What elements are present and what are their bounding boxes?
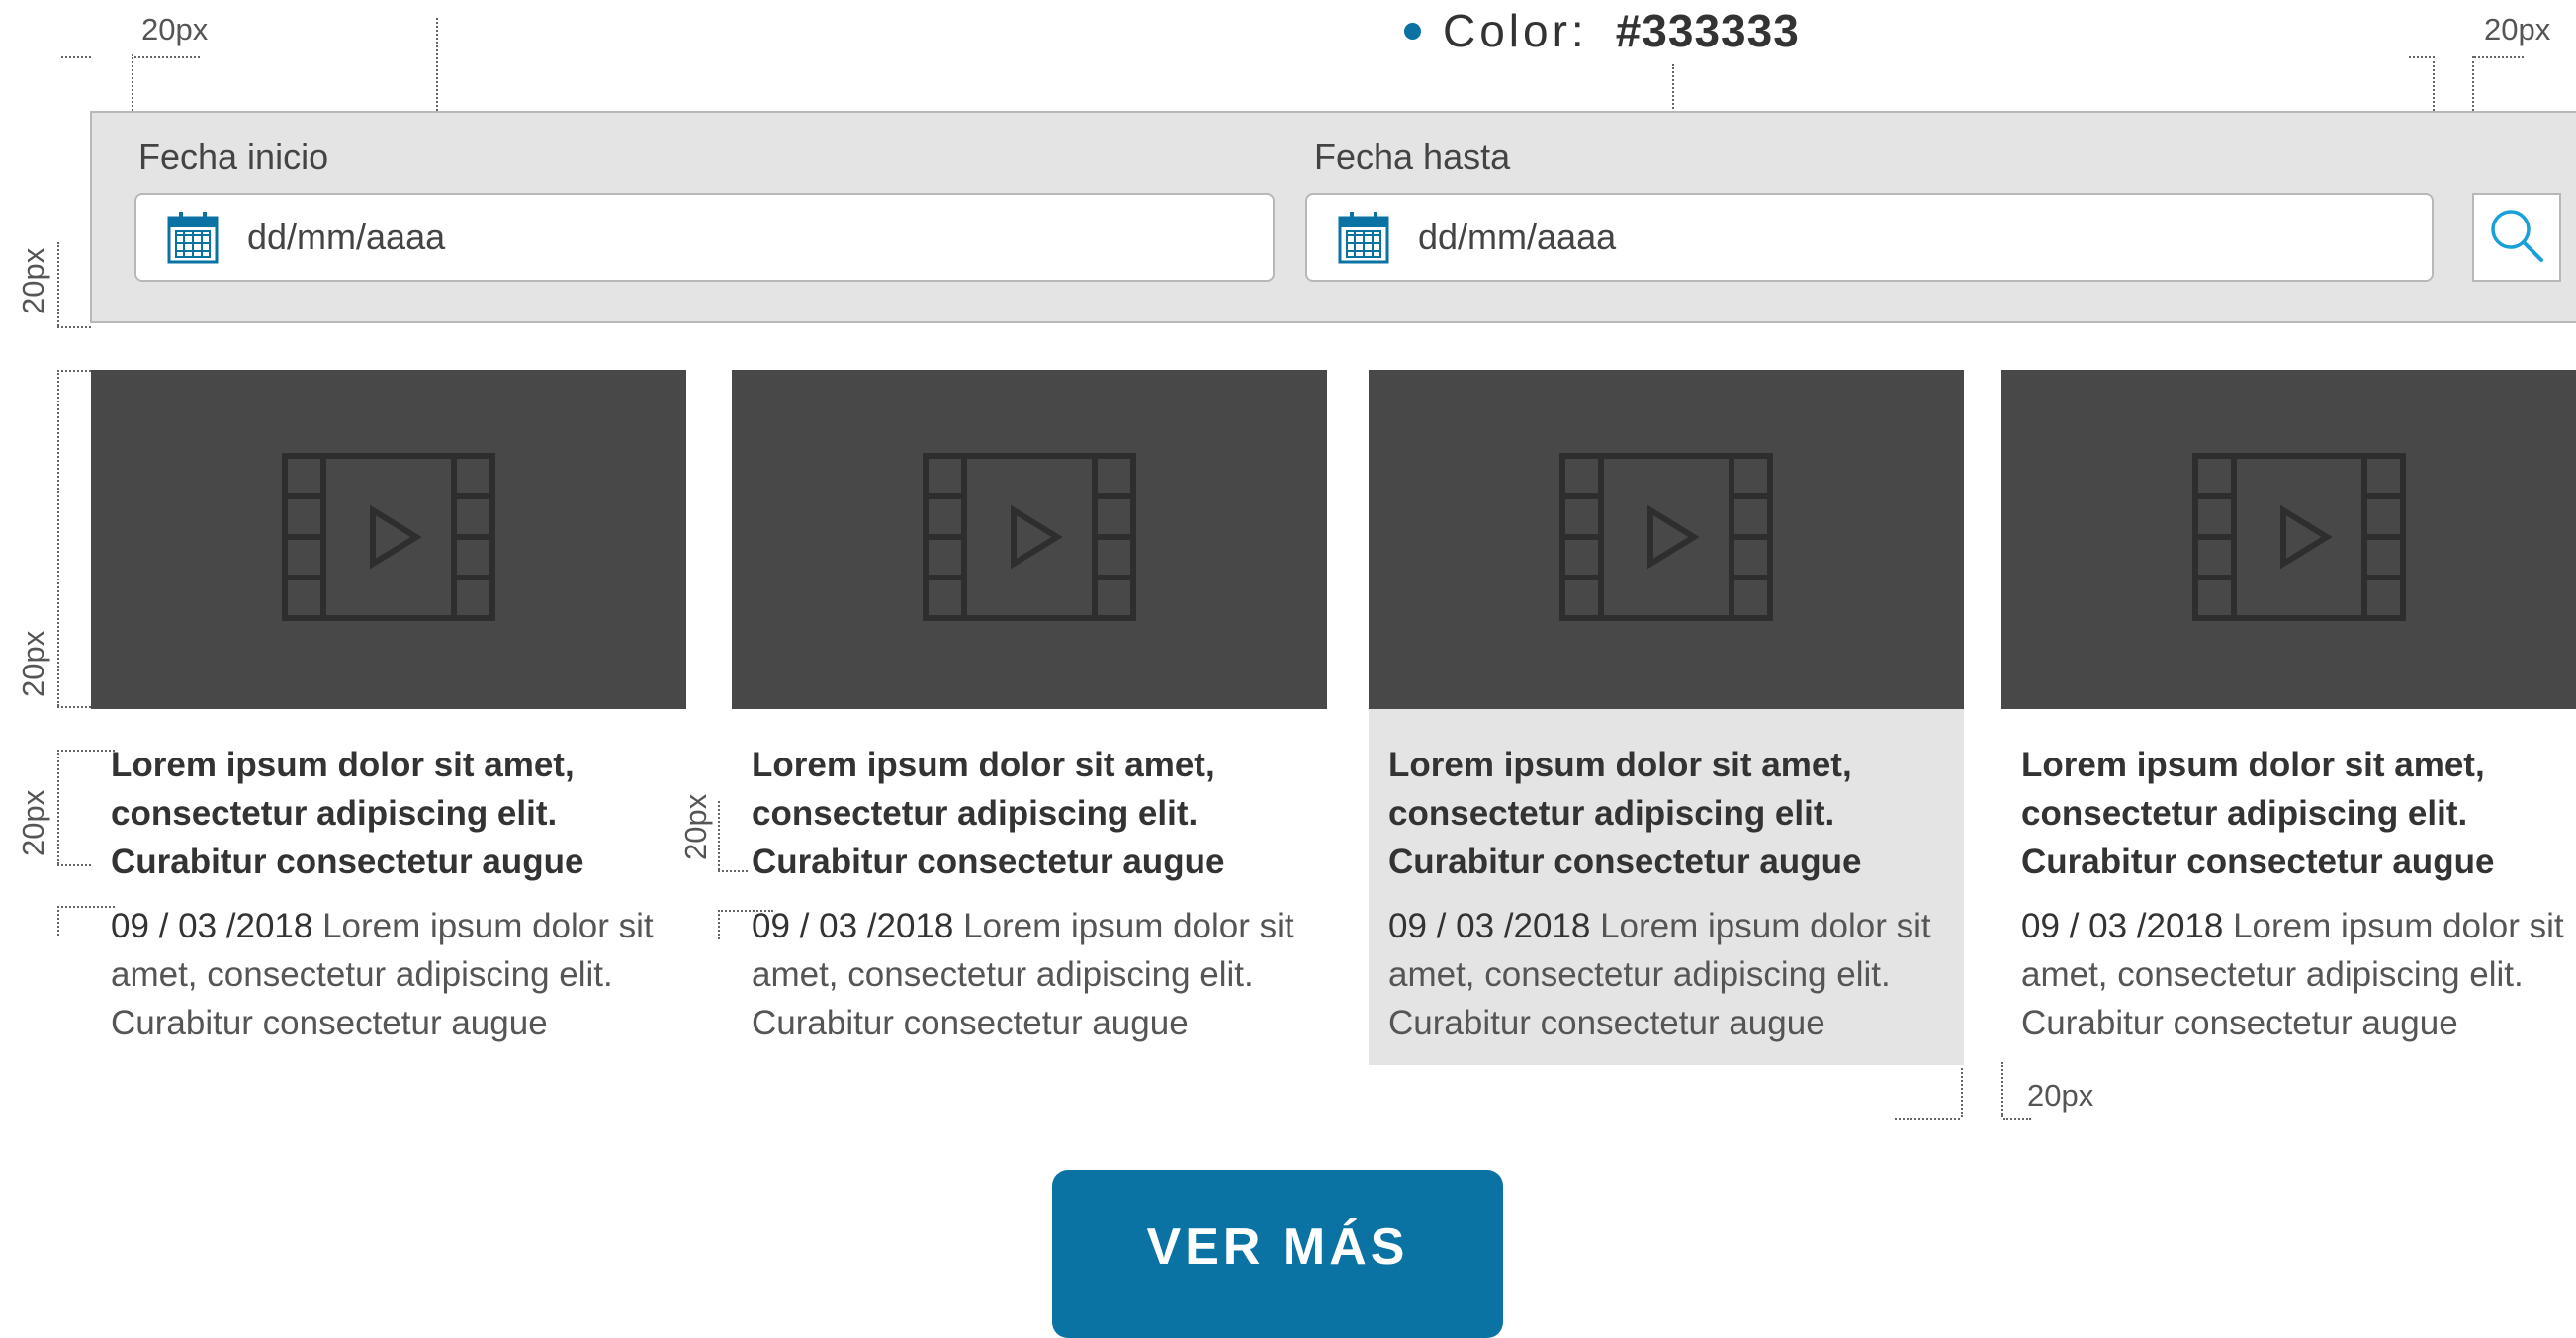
card-description: 09 / 03 /2018 Lorem ipsum dolor sit amet… xyxy=(1388,902,1944,1047)
guide-line xyxy=(57,242,59,326)
ver-mas-button[interactable]: VER MÁS xyxy=(1052,1170,1503,1338)
guide-line xyxy=(57,370,59,706)
annotation-filter-bottom-margin: 20px xyxy=(16,247,50,314)
card-description: 09 / 03 /2018 Lorem ipsum dolor sit amet… xyxy=(752,902,1307,1047)
start-date-label: Fecha inicio xyxy=(138,136,329,177)
guide-line xyxy=(2001,1062,2003,1117)
annotation-title-gap: 20px xyxy=(16,789,50,856)
guide-line xyxy=(718,910,720,939)
guide-line xyxy=(57,706,91,708)
search-icon xyxy=(2488,207,2545,269)
card-date: 09 / 03 /2018 xyxy=(752,907,954,945)
start-date-field[interactable]: dd/mm/aaaa xyxy=(134,193,1275,282)
start-date-placeholder: dd/mm/aaaa xyxy=(247,217,446,257)
film-play-icon xyxy=(2192,453,2406,626)
video-card[interactable]: Lorem ipsum dolor sit amet, consectetur … xyxy=(732,370,1327,1065)
guide-line xyxy=(718,801,720,870)
calendar-icon[interactable] xyxy=(1337,210,1390,265)
annotation-top-right-margin: 20px xyxy=(2484,12,2551,46)
video-card-highlighted[interactable]: Lorem ipsum dolor sit amet, consectetur … xyxy=(1369,370,1964,1065)
guide-line xyxy=(57,750,59,864)
color-bullet xyxy=(1404,22,1421,40)
guide-line xyxy=(61,56,91,58)
card-body: Lorem ipsum dolor sit amet, consectetur … xyxy=(1369,709,1964,1065)
annotation-thumb-gap: 20px xyxy=(16,630,50,697)
card-title[interactable]: Lorem ipsum dolor sit amet, consectetur … xyxy=(752,741,1307,886)
film-play-icon xyxy=(282,453,495,626)
card-description: 09 / 03 /2018 Lorem ipsum dolor sit amet… xyxy=(2021,902,2576,1047)
color-spec: Color: #333333 xyxy=(1404,4,1800,57)
guide-line xyxy=(57,864,91,866)
guide-line xyxy=(2003,1118,2031,1120)
film-play-icon xyxy=(1559,453,1773,626)
end-date-field[interactable]: dd/mm/aaaa xyxy=(1305,193,2434,282)
guide-line xyxy=(134,56,200,58)
guide-line xyxy=(57,906,59,936)
guide-line xyxy=(1961,1068,1963,1117)
card-title[interactable]: Lorem ipsum dolor sit amet, consectetur … xyxy=(1388,741,1944,886)
card-title[interactable]: Lorem ipsum dolor sit amet, consectetur … xyxy=(111,741,666,886)
guide-line xyxy=(2409,56,2435,58)
color-spec-value: #333333 xyxy=(1615,5,1800,56)
film-play-icon xyxy=(923,453,1136,626)
annotation-card-gap: 20px xyxy=(2027,1078,2094,1113)
video-card[interactable]: Lorem ipsum dolor sit amet, consectetur … xyxy=(91,370,686,1065)
card-body: Lorem ipsum dolor sit amet, consectetur … xyxy=(732,709,1327,1065)
video-thumbnail[interactable] xyxy=(732,370,1327,709)
guide-line xyxy=(57,326,91,328)
video-thumbnail[interactable] xyxy=(1369,370,1964,709)
color-spec-label: Color: xyxy=(1443,5,1588,56)
card-date: 09 / 03 /2018 xyxy=(111,907,313,945)
video-card[interactable]: Lorem ipsum dolor sit amet, consectetur … xyxy=(2001,370,2576,1065)
annotation-top-left-margin: 20px xyxy=(141,12,209,46)
guide-line xyxy=(2474,56,2524,58)
search-button[interactable] xyxy=(2472,193,2561,282)
card-date: 09 / 03 /2018 xyxy=(2021,907,2224,945)
card-body: Lorem ipsum dolor sit amet, consectetur … xyxy=(91,709,686,1065)
video-thumbnail[interactable] xyxy=(91,370,686,709)
card-title[interactable]: Lorem ipsum dolor sit amet, consectetur … xyxy=(2021,741,2576,886)
end-date-placeholder: dd/mm/aaaa xyxy=(1418,217,1617,257)
calendar-icon[interactable] xyxy=(166,210,220,265)
guide-line xyxy=(1895,1118,1960,1120)
card-body: Lorem ipsum dolor sit amet, consectetur … xyxy=(2001,709,2576,1065)
card-description: 09 / 03 /2018 Lorem ipsum dolor sit amet… xyxy=(111,902,666,1047)
end-date-label: Fecha hasta xyxy=(1314,136,1511,177)
card-date: 09 / 03 /2018 xyxy=(1388,907,1591,945)
video-thumbnail[interactable] xyxy=(2001,370,2576,709)
